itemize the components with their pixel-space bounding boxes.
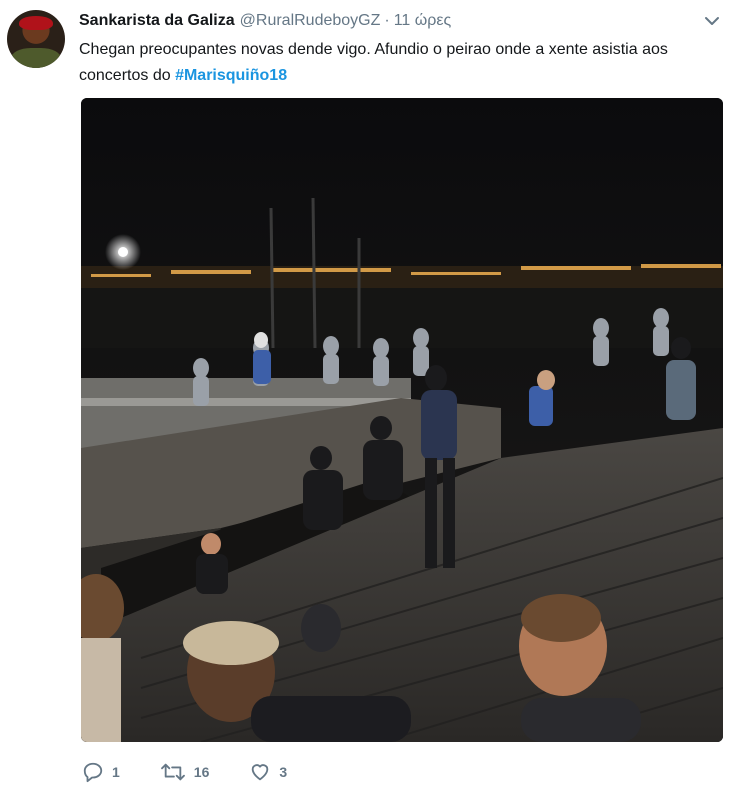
retweet-button[interactable]: 16	[160, 761, 210, 783]
tweet-header: Sankarista da Galiza @RuralRudeboyGZ · 1…	[79, 12, 451, 32]
separator-dot: ·	[384, 12, 390, 29]
like-button[interactable]: 3	[249, 761, 287, 783]
hashtag-link[interactable]: #Marisquiño18	[175, 67, 287, 84]
reply-button[interactable]: 1	[82, 761, 120, 783]
tweet-actions: 1 16 3	[82, 760, 327, 784]
reply-count: 1	[112, 764, 120, 780]
tweet-photo[interactable]	[81, 98, 723, 742]
like-count: 3	[279, 764, 288, 780]
timestamp[interactable]: 11 ώρες	[394, 12, 452, 30]
avatar[interactable]	[7, 10, 65, 68]
tweet: Sankarista da Galiza @RuralRudeboyGZ · 1…	[0, 0, 735, 796]
tweet-text: Chegan preocupantes novas dende vigo. Af…	[79, 37, 719, 89]
tweet-text-body: Chegan preocupantes novas dende vigo. Af…	[79, 41, 668, 84]
display-name[interactable]: Sankarista da Galiza	[79, 12, 235, 30]
user-handle[interactable]: @RuralRudeboyGZ	[240, 12, 381, 30]
reply-icon	[83, 762, 103, 783]
retweet-icon	[160, 763, 185, 781]
like-icon	[252, 764, 269, 781]
retweet-count: 16	[193, 764, 210, 780]
chevron-down-icon[interactable]	[703, 14, 721, 28]
photo-scene	[81, 98, 723, 742]
